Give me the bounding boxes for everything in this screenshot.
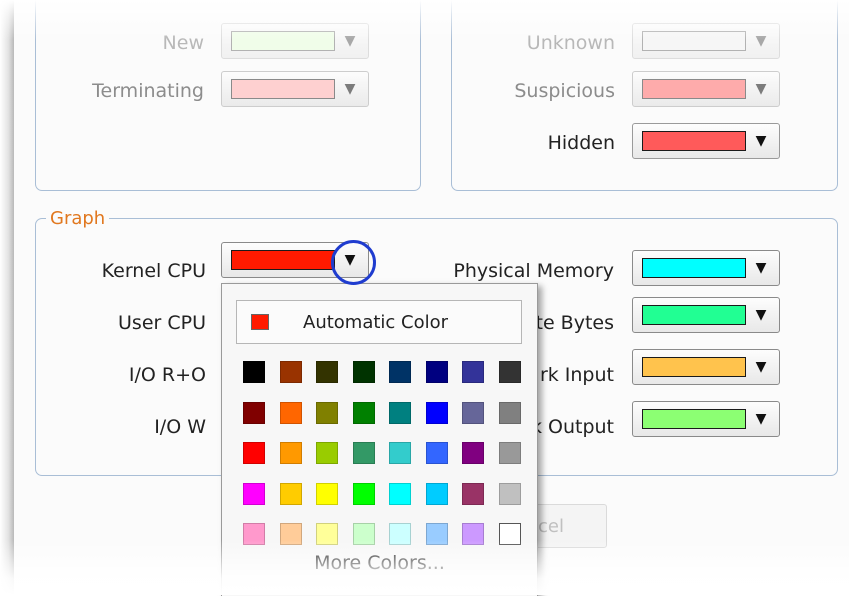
network-input-color-combo[interactable]: ▼ <box>632 349 780 385</box>
terminating-color-swatch <box>231 79 335 99</box>
palette-swatch[interactable] <box>316 401 338 424</box>
private-bytes-color-combo[interactable]: ▼ <box>632 297 780 333</box>
palette-swatch[interactable] <box>389 482 411 505</box>
palette-swatch[interactable] <box>498 442 521 464</box>
palette-swatch[interactable] <box>462 442 484 464</box>
new-color-swatch <box>231 31 335 51</box>
palette-swatch[interactable] <box>279 401 302 424</box>
palette-swatch[interactable] <box>462 482 484 505</box>
palette-swatch[interactable] <box>498 482 521 505</box>
suspicious-color-swatch <box>642 79 746 99</box>
network-output-color-combo[interactable]: ▼ <box>632 401 780 437</box>
triangle-down-icon[interactable]: ▼ <box>749 124 773 158</box>
palette-swatch[interactable] <box>243 442 265 464</box>
unknown-color-combo[interactable]: ▼ <box>632 23 780 59</box>
triangle-down-icon[interactable]: ▼ <box>338 72 362 106</box>
palette-swatch[interactable] <box>425 442 448 464</box>
label-io-write: I/O W <box>154 416 206 438</box>
label-network-output: k Output <box>530 416 614 438</box>
palette-swatch[interactable] <box>425 401 448 424</box>
kernel-cpu-color-swatch <box>231 250 335 270</box>
physical-memory-color-swatch <box>642 258 746 278</box>
palette-swatch[interactable] <box>425 361 448 383</box>
palette-swatch[interactable] <box>498 401 521 424</box>
hidden-color-swatch <box>642 131 746 151</box>
hidden-color-combo[interactable]: ▼ <box>632 123 780 159</box>
more-colors-button[interactable]: More Colors... <box>222 552 537 574</box>
palette-swatch[interactable] <box>316 361 338 383</box>
triangle-down-icon[interactable]: ▼ <box>749 402 773 436</box>
palette-swatch[interactable] <box>243 361 265 383</box>
new-color-combo[interactable]: ▼ <box>221 23 369 59</box>
palette-swatch[interactable] <box>243 523 265 545</box>
palette-swatch[interactable] <box>389 523 411 545</box>
triangle-down-icon[interactable]: ▼ <box>338 24 362 58</box>
graph-group-legend: Graph <box>46 208 110 229</box>
automatic-color-button[interactable]: Automatic Color <box>236 300 522 344</box>
label-physical-memory: Physical Memory <box>453 260 614 282</box>
palette-swatch[interactable] <box>462 361 484 383</box>
network-input-color-swatch <box>642 357 746 377</box>
palette-swatch[interactable] <box>462 523 484 545</box>
label-new: New <box>162 32 204 54</box>
palette-swatch[interactable] <box>279 482 302 505</box>
unknown-color-swatch <box>642 31 746 51</box>
physical-memory-color-combo[interactable]: ▼ <box>632 250 780 286</box>
palette-swatch[interactable] <box>279 523 302 545</box>
terminating-color-combo[interactable]: ▼ <box>221 71 369 107</box>
palette-swatch[interactable] <box>279 442 302 464</box>
private-bytes-color-swatch <box>642 305 746 325</box>
palette-swatch[interactable] <box>279 361 302 383</box>
palette-swatch[interactable] <box>425 482 448 505</box>
palette-swatch[interactable] <box>389 361 411 383</box>
triangle-down-icon[interactable]: ▼ <box>749 251 773 285</box>
automatic-color-label: Automatic Color <box>303 312 449 333</box>
triangle-down-icon[interactable]: ▼ <box>749 72 773 106</box>
triangle-down-icon[interactable]: ▼ <box>749 24 773 58</box>
triangle-down-icon[interactable]: ▼ <box>749 298 773 332</box>
suspicious-color-combo[interactable]: ▼ <box>632 71 780 107</box>
label-io-read-other: I/O R+O <box>128 364 206 386</box>
label-suspicious: Suspicious <box>514 80 615 102</box>
network-output-color-swatch <box>642 409 746 429</box>
palette-swatch[interactable] <box>316 482 338 505</box>
label-unknown: Unknown <box>526 32 615 54</box>
palette-swatch[interactable] <box>462 401 484 424</box>
palette-swatch[interactable] <box>352 442 375 464</box>
window-shadow <box>0 0 14 595</box>
palette-swatch[interactable] <box>352 482 375 505</box>
triangle-down-icon[interactable]: ▼ <box>749 350 773 384</box>
color-picker-popup: Automatic Color More Colors... <box>221 283 538 596</box>
palette-swatch[interactable] <box>316 523 338 545</box>
palette-swatch[interactable] <box>389 442 411 464</box>
cancel-button-label: cel <box>538 516 564 537</box>
label-network-input: rk Input <box>539 364 614 386</box>
palette-swatch[interactable] <box>352 401 375 424</box>
palette-swatch[interactable] <box>498 361 521 383</box>
screenshot-canvas: New ▼ Terminating ▼ Unknown ▼ Suspicious… <box>0 0 849 596</box>
palette-swatch[interactable] <box>498 523 521 545</box>
label-user-cpu: User CPU <box>118 312 206 334</box>
palette-swatch[interactable] <box>352 523 375 545</box>
label-terminating: Terminating <box>92 80 204 102</box>
palette-swatch[interactable] <box>243 401 265 424</box>
palette-swatch[interactable] <box>316 442 338 464</box>
palette-swatch[interactable] <box>389 401 411 424</box>
palette-swatch[interactable] <box>425 523 448 545</box>
palette-swatch[interactable] <box>352 361 375 383</box>
label-kernel-cpu: Kernel CPU <box>101 260 206 282</box>
palette-swatch[interactable] <box>243 482 265 505</box>
highlight-circle <box>331 240 376 285</box>
automatic-color-swatch <box>251 314 269 330</box>
label-hidden: Hidden <box>547 132 615 154</box>
label-private-bytes: te Bytes <box>535 312 615 334</box>
